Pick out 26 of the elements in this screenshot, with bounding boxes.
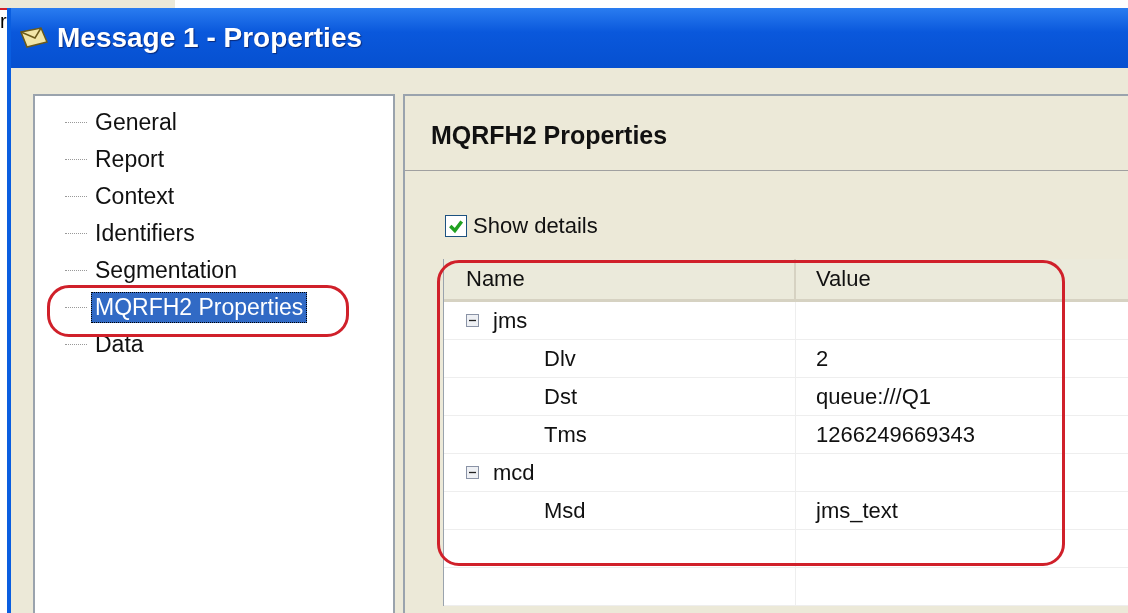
table-cell: jms bbox=[493, 307, 528, 334]
table-cell: mcd bbox=[493, 459, 535, 486]
collapse-icon[interactable] bbox=[466, 314, 479, 327]
page-heading: MQRFH2 Properties bbox=[430, 120, 669, 151]
table-cell: 2 bbox=[816, 345, 829, 372]
background-window-text: r bbox=[0, 10, 7, 33]
table-cell-text: Dlv bbox=[543, 345, 576, 372]
tree-item[interactable]: Context bbox=[91, 181, 179, 212]
table-cell-text: Tms bbox=[543, 421, 587, 448]
collapse-icon[interactable] bbox=[466, 466, 479, 479]
checkbox[interactable] bbox=[445, 215, 467, 237]
checkbox-label: Show details bbox=[473, 213, 598, 239]
tree-item[interactable]: MQRFH2 Properties bbox=[91, 292, 308, 323]
table-cell: jms_text bbox=[816, 497, 898, 524]
tree-item[interactable]: Report bbox=[91, 144, 169, 175]
table-cell-text: Msd bbox=[543, 497, 586, 524]
column-header[interactable]: Name bbox=[444, 259, 796, 299]
column-header[interactable]: Value bbox=[796, 259, 1128, 299]
table-cell: queue:///Q1 bbox=[816, 383, 931, 410]
tree-item[interactable]: Identifiers bbox=[91, 218, 199, 249]
envelope-icon bbox=[19, 26, 49, 50]
table-cell-text: Dst bbox=[543, 383, 577, 410]
tree-item[interactable]: Segmentation bbox=[91, 255, 241, 286]
table-cell: 1266249669343 bbox=[816, 421, 976, 448]
tree-item[interactable]: General bbox=[91, 107, 181, 138]
window-title: Message 1 - Properties bbox=[57, 22, 363, 54]
